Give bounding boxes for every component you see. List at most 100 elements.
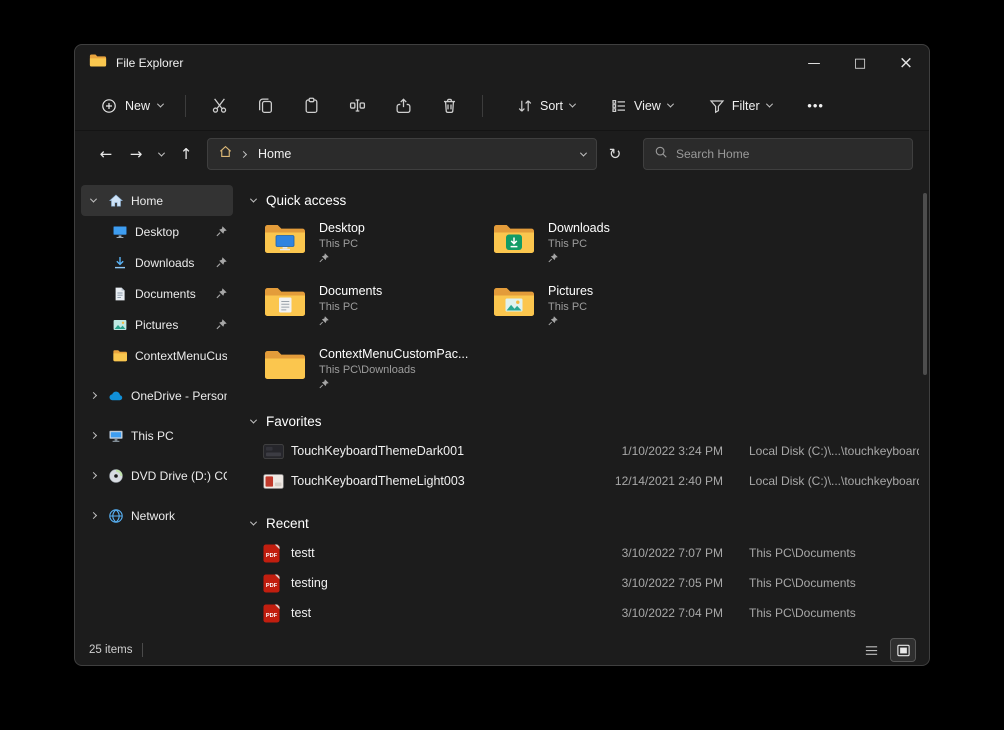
quick-access-tile-contextmenucustompac[interactable]: ContextMenuCustomPac... This PC\Download…	[263, 347, 492, 394]
file-name: TouchKeyboardThemeDark001	[291, 444, 608, 458]
sidebar-item-home[interactable]: Home	[81, 185, 233, 216]
sidebar-item-dvd-drive[interactable]: DVD Drive (D:) CCC	[81, 460, 233, 491]
sidebar-item-documents[interactable]: Documents	[107, 278, 233, 309]
sidebar-item-this-pc[interactable]: This PC	[81, 420, 233, 451]
items-count: 25 items	[89, 644, 132, 656]
pdf-file-icon: PDF	[263, 544, 291, 563]
network-globe-icon	[107, 507, 125, 524]
downloads-icon	[111, 254, 129, 271]
item-location: This PC	[548, 301, 593, 313]
sidebar-item-contextmenucust[interactable]: ContextMenuCust	[107, 340, 233, 371]
address-bar[interactable]: Home	[207, 138, 597, 170]
file-date: 3/10/2022 7:04 PM	[608, 606, 723, 620]
pin-icon	[216, 288, 227, 299]
svg-text:PDF: PDF	[266, 552, 278, 558]
sidebar-item-label: DVD Drive (D:) CCC	[131, 469, 227, 483]
sort-button[interactable]: Sort	[505, 89, 587, 123]
svg-text:PDF: PDF	[266, 612, 278, 618]
section-header-quick-access[interactable]: Quick access	[251, 185, 919, 215]
section-header-favorites[interactable]: Favorites	[251, 406, 919, 436]
up-arrow-icon: ↑	[180, 145, 193, 163]
file-name: TouchKeyboardThemeLight003	[291, 474, 608, 488]
cut-button[interactable]	[196, 89, 242, 123]
pictures-folder-icon	[492, 284, 536, 320]
new-button[interactable]: New	[89, 89, 175, 123]
vertical-scrollbar[interactable]	[923, 193, 927, 375]
statusbar-divider	[142, 643, 143, 657]
search-box[interactable]	[643, 138, 913, 170]
sidebar-item-downloads[interactable]: Downloads	[107, 247, 233, 278]
large-icons-view-button[interactable]	[891, 639, 915, 661]
file-explorer-window: File Explorer — □ × New	[74, 44, 930, 666]
pin-icon	[319, 253, 329, 263]
file-path: Local Disk (C:)\...\touchkeyboard	[723, 474, 919, 488]
file-path: This PC\Documents	[723, 606, 919, 620]
forward-button[interactable]: →	[121, 139, 151, 169]
item-location: This PC	[319, 238, 365, 250]
quick-access-tile-downloads[interactable]: Downloads This PC	[492, 221, 721, 268]
dvd-disc-icon	[107, 467, 125, 484]
view-button[interactable]: View	[599, 89, 685, 123]
sidebar-item-label: Network	[131, 509, 175, 523]
delete-button[interactable]	[426, 89, 472, 123]
breadcrumb-home[interactable]: Home	[254, 145, 295, 163]
status-bar: 25 items	[75, 635, 929, 665]
folder-icon	[111, 347, 129, 364]
file-date: 3/10/2022 7:07 PM	[608, 546, 723, 560]
new-label: New	[125, 99, 150, 113]
share-button[interactable]	[380, 89, 426, 123]
back-button[interactable]: ←	[91, 139, 121, 169]
search-input[interactable]	[676, 147, 902, 161]
chevron-down-icon	[157, 149, 164, 156]
up-button[interactable]: ↑	[171, 139, 201, 169]
sidebar-item-onedrive[interactable]: OneDrive - Personal	[81, 380, 233, 411]
sidebar-item-pictures[interactable]: Pictures	[107, 309, 233, 340]
file-list-pane: Quick access Desktop This PC	[237, 181, 929, 635]
share-icon	[395, 97, 412, 114]
titlebar[interactable]: File Explorer — □ ×	[75, 45, 929, 81]
item-name: Documents	[319, 284, 382, 299]
more-options-button[interactable]: •••	[796, 89, 836, 123]
sidebar-item-label: Home	[131, 194, 163, 208]
address-dropdown-icon[interactable]	[580, 149, 587, 156]
maximize-button[interactable]: □	[837, 45, 883, 81]
section-header-recent[interactable]: Recent	[251, 508, 919, 538]
paste-button[interactable]	[288, 89, 334, 123]
quick-access-tile-desktop[interactable]: Desktop This PC	[263, 221, 492, 268]
pin-icon	[216, 257, 227, 268]
file-date: 1/10/2022 3:24 PM	[608, 444, 723, 458]
favorite-row[interactable]: TouchKeyboardThemeDark001 1/10/2022 3:24…	[251, 436, 919, 466]
collapse-chevron-icon	[89, 512, 96, 519]
section-title: Quick access	[266, 193, 346, 208]
sidebar-item-label: This PC	[131, 429, 174, 443]
refresh-button[interactable]: ↻	[599, 139, 631, 169]
sidebar-item-desktop[interactable]: Desktop	[107, 216, 233, 247]
quick-access-tile-documents[interactable]: Documents This PC	[263, 284, 492, 331]
window-title: File Explorer	[116, 56, 183, 70]
section-collapse-icon	[250, 416, 257, 423]
toolbar-divider	[185, 95, 186, 117]
filter-button[interactable]: Filter	[697, 89, 784, 123]
close-icon: ×	[899, 55, 913, 72]
toolbar-divider	[482, 95, 483, 117]
image-thumbnail-icon	[263, 474, 291, 489]
sidebar-item-label: OneDrive - Personal	[131, 389, 227, 403]
quick-access-tile-pictures[interactable]: Pictures This PC	[492, 284, 721, 331]
chevron-down-icon	[157, 101, 164, 108]
minimize-button[interactable]: —	[791, 45, 837, 81]
recent-row[interactable]: PDF testt 3/10/2022 7:07 PM This PC\Docu…	[251, 538, 919, 568]
rename-button[interactable]	[334, 89, 380, 123]
circle-plus-icon	[101, 98, 117, 114]
recent-row[interactable]: PDF test 3/10/2022 7:04 PM This PC\Docum…	[251, 598, 919, 628]
recent-locations-button[interactable]	[151, 139, 171, 169]
copy-button[interactable]	[242, 89, 288, 123]
back-arrow-icon: ←	[100, 145, 113, 163]
details-view-button[interactable]	[859, 639, 883, 661]
collapse-chevron-icon	[89, 432, 96, 439]
close-button[interactable]: ×	[883, 45, 929, 81]
sidebar-item-network[interactable]: Network	[81, 500, 233, 531]
favorite-row[interactable]: TouchKeyboardThemeLight003 12/14/2021 2:…	[251, 466, 919, 496]
window-controls: — □ ×	[791, 45, 929, 81]
recent-row[interactable]: PDF testing 3/10/2022 7:05 PM This PC\Do…	[251, 568, 919, 598]
file-name: testing	[291, 576, 608, 590]
